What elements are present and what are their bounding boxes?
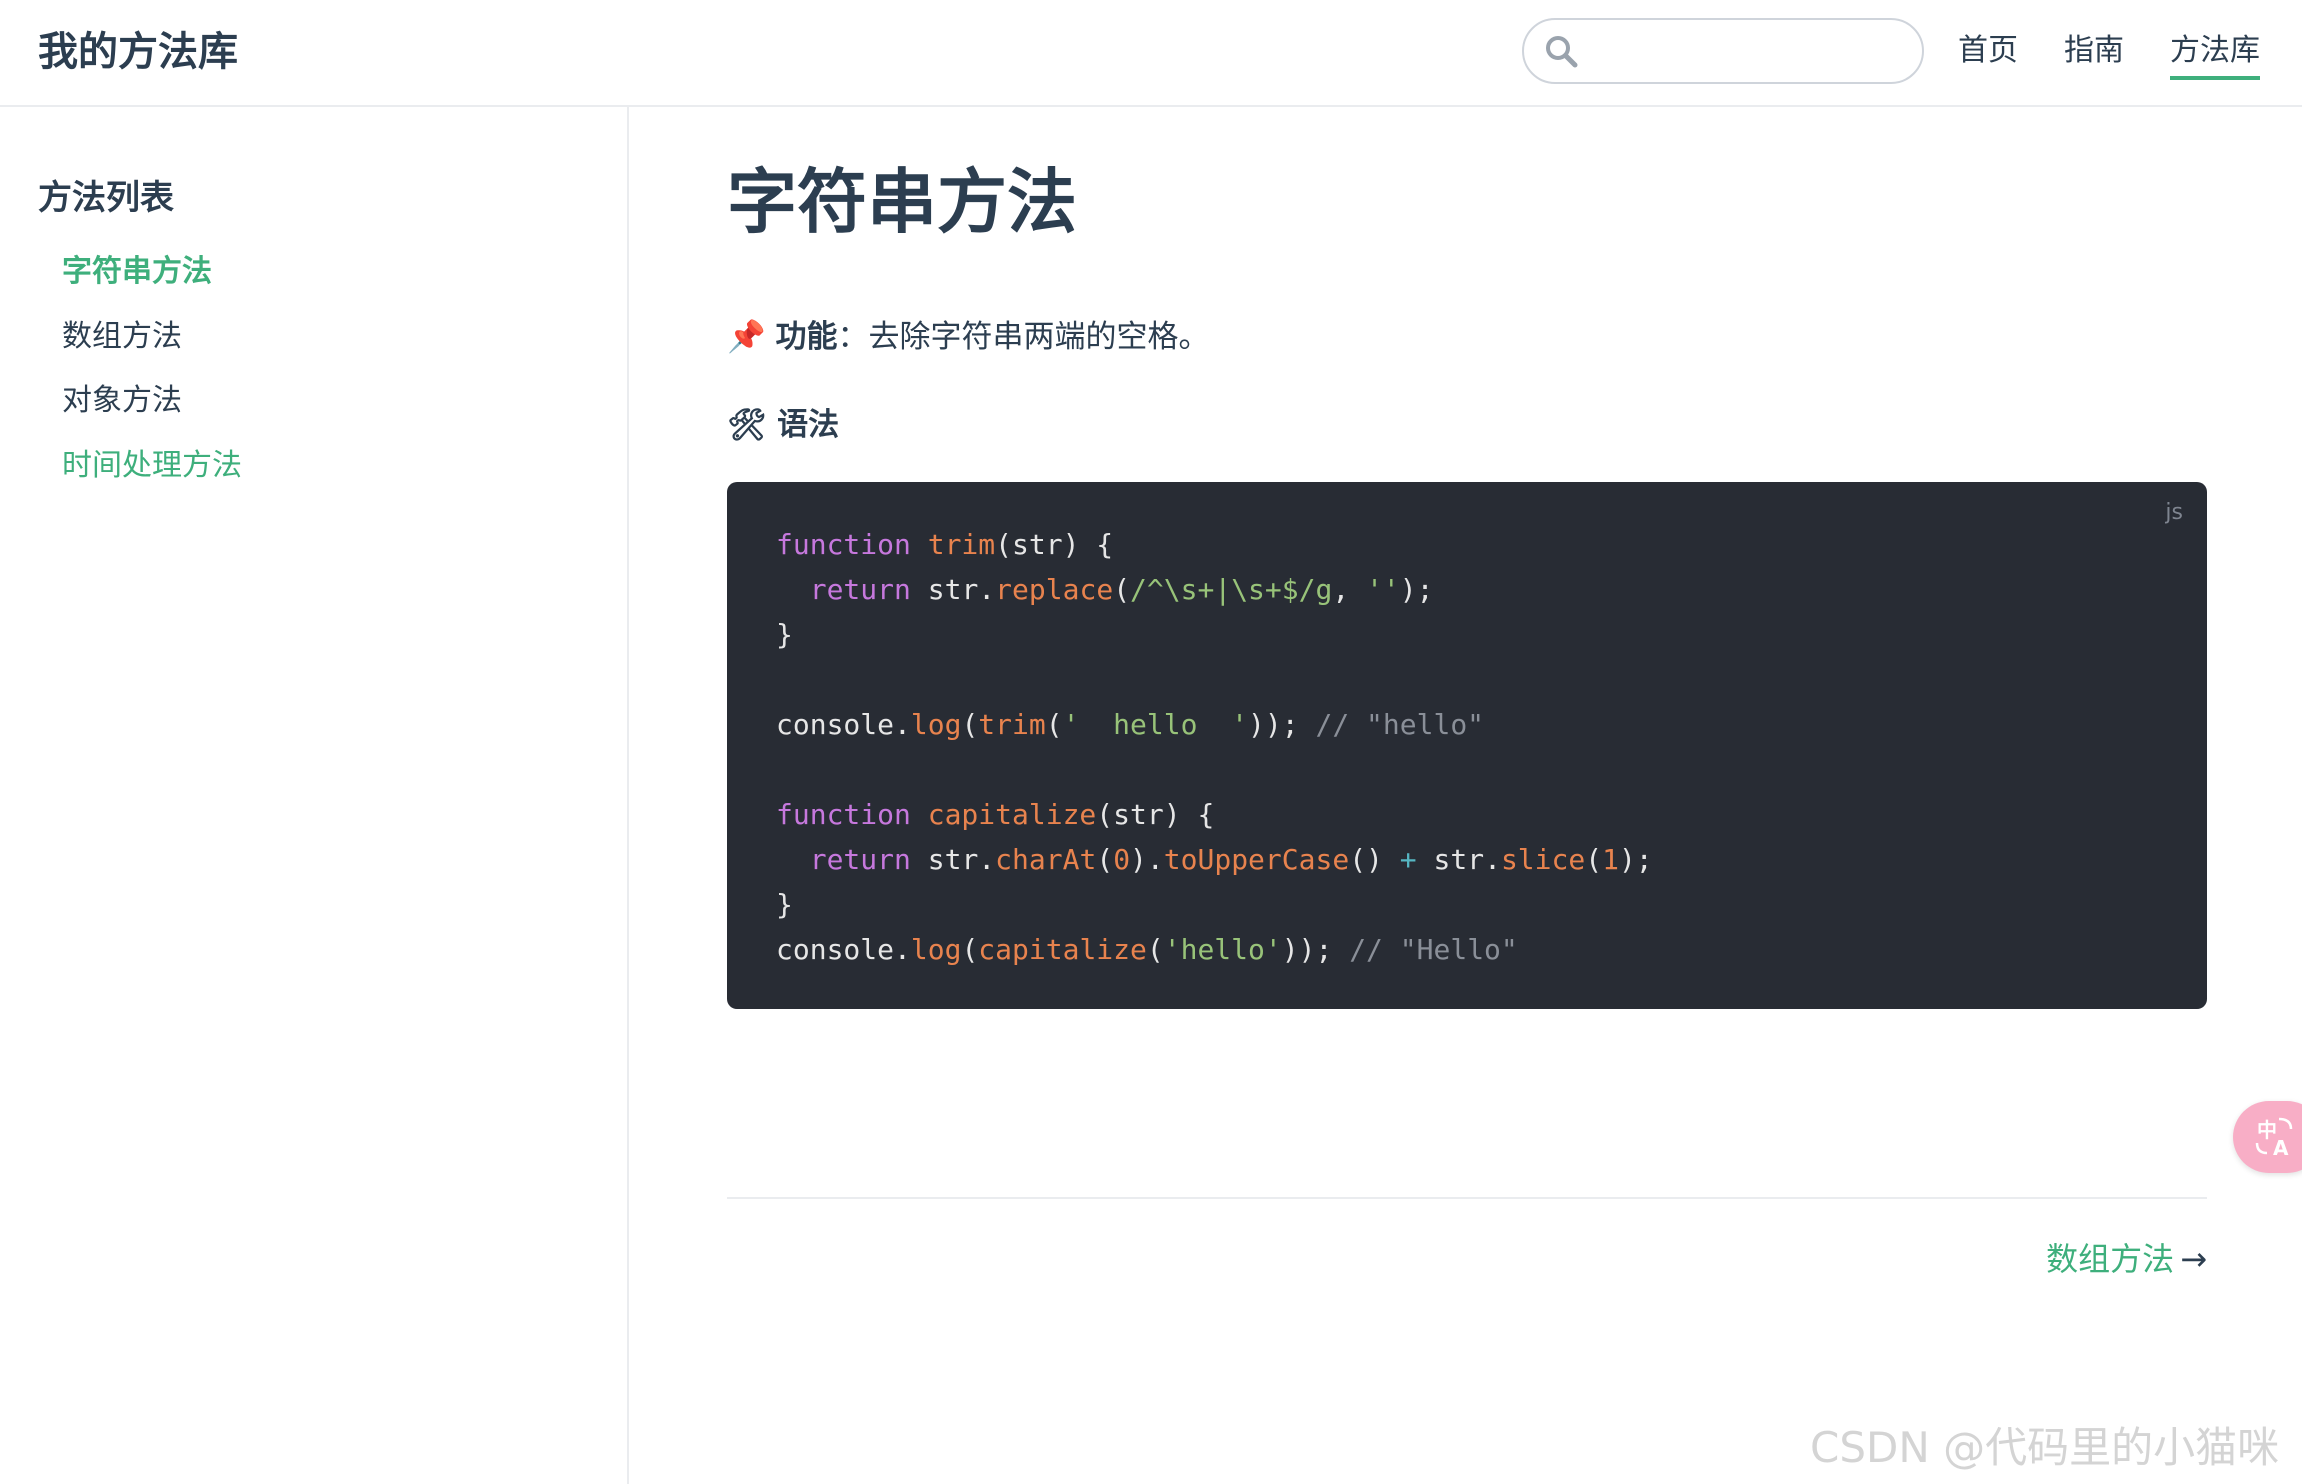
feature-text: 去除字符串两端的空格。 [868,319,1210,355]
translate-icon: 中 A [2255,1117,2293,1159]
navbar: 我的方法库 首页 指南 方法库 [0,0,2302,107]
watermark: CSDN @代码里的小猫咪 [1810,1423,2280,1472]
next-page-link[interactable]: 数组方法 → [2046,1234,2207,1284]
feature-line: 📌 功能：去除字符串两端的空格。 [727,312,1209,362]
sidebar-item-object-methods[interactable]: 对象方法 [62,378,182,424]
page-title: 字符串方法 [727,161,1077,243]
sidebar-heading: 方法列表 [38,178,174,218]
sidebar-item-string-methods[interactable]: 字符串方法 [62,249,212,295]
arrow-right-icon: → [2180,1240,2207,1278]
pushpin-icon: 📌 [727,319,766,355]
translate-button[interactable]: 中 A [2233,1101,2302,1173]
next-page-label: 数组方法 [2046,1240,2175,1278]
code-language-label: js [2165,500,2183,525]
site-name[interactable]: 我的方法库 [38,24,238,80]
sidebar-item-array-methods[interactable]: 数组方法 [62,314,182,360]
nav-link-method-library[interactable]: 方法库 [2170,28,2260,80]
search-input[interactable] [1594,28,1908,76]
divider [727,1197,2207,1199]
nav-link-guide[interactable]: 指南 [2064,28,2124,74]
nav-link-home[interactable]: 首页 [1958,28,2018,74]
feature-label: 功能 [775,319,838,355]
search-box[interactable] [1522,18,1924,84]
search-icon [1546,36,1578,68]
syntax-heading: 🛠 语法 [727,400,839,450]
syntax-label: 语法 [777,407,840,443]
tools-icon: 🛠 [727,407,767,443]
svg-text:A: A [2273,1136,2289,1159]
feature-separator: ： [837,319,869,355]
code-block: js function trim(str) { return str.repla… [727,482,2207,1009]
sidebar-item-time-methods[interactable]: 时间处理方法 [62,443,242,489]
code-content: function trim(str) { return str.replace(… [776,528,1653,966]
sidebar: 方法列表 字符串方法 数组方法 对象方法 时间处理方法 [0,107,629,1484]
